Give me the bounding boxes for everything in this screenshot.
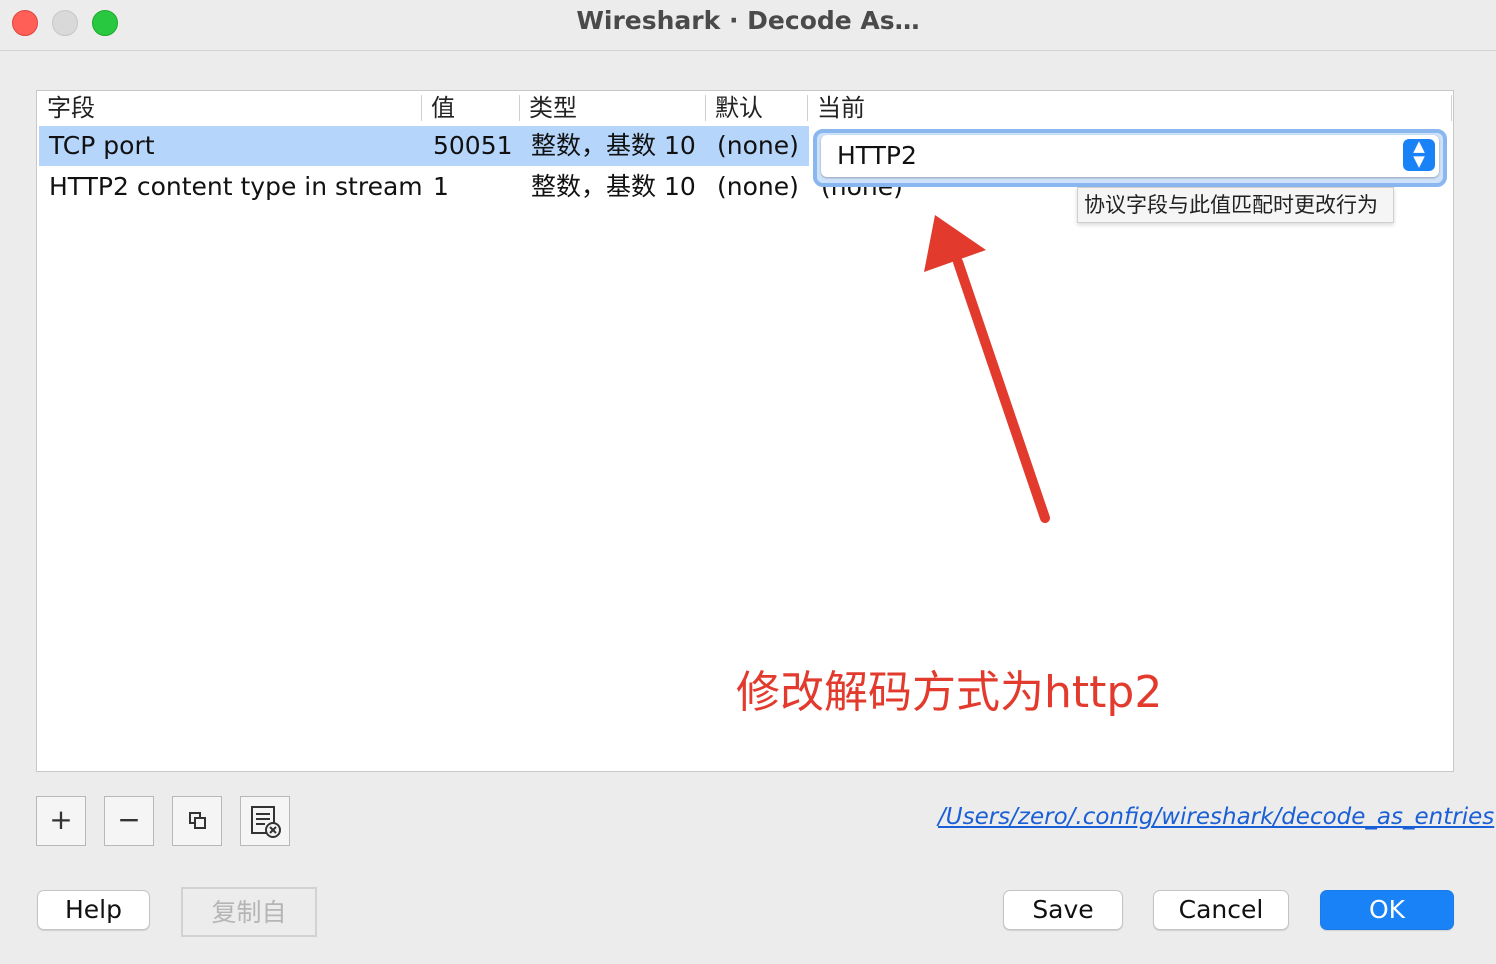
copy-entry-button[interactable] xyxy=(172,796,222,846)
add-entry-button[interactable]: + xyxy=(36,796,86,846)
clear-list-icon xyxy=(251,806,281,838)
clear-entries-button[interactable] xyxy=(240,796,290,846)
ok-button[interactable]: OK xyxy=(1320,890,1454,930)
cancel-button[interactable]: Cancel xyxy=(1153,890,1289,930)
copy-from-button[interactable]: 复制自 xyxy=(181,887,317,937)
copy-icon xyxy=(189,812,206,829)
help-button[interactable]: Help xyxy=(37,890,150,930)
annotation-text: 修改解码方式为http2 xyxy=(736,667,1163,718)
config-path-link[interactable]: /Users/zero/.config/wireshark/decode_as_… xyxy=(938,804,1494,830)
remove-entry-button[interactable]: − xyxy=(104,796,154,846)
save-button[interactable]: Save xyxy=(1003,890,1123,930)
